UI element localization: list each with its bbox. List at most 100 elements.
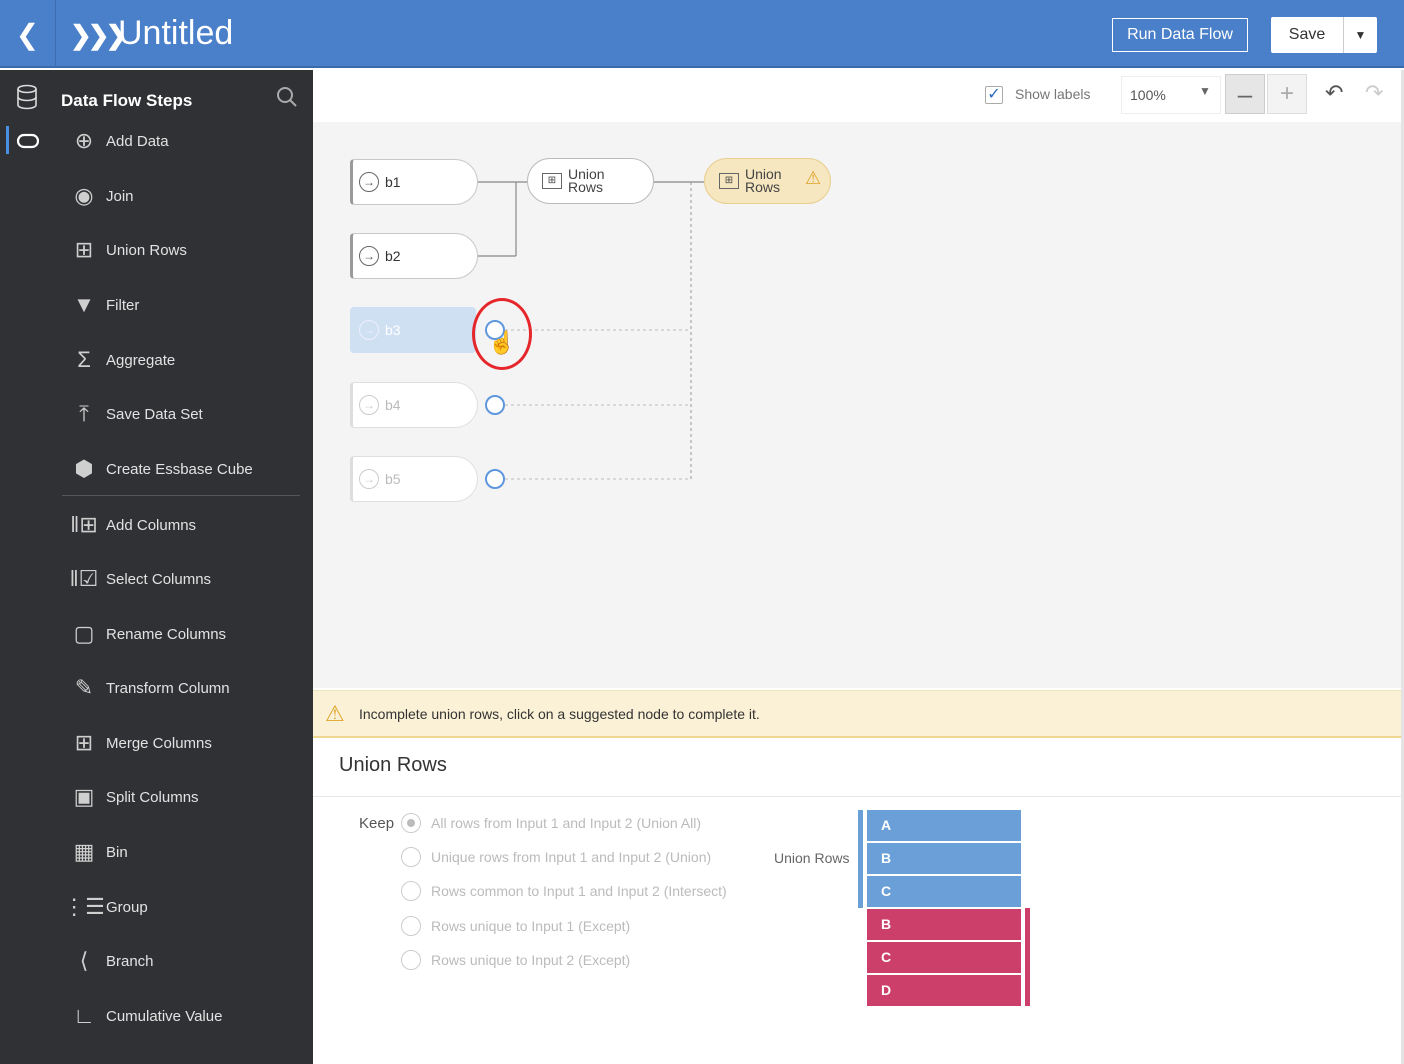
redo-icon[interactable]: ↷ [1365,80,1383,106]
step-rename-columns[interactable]: ▢ Rename Columns [62,614,302,654]
step-merge-columns[interactable]: ⊞ Merge Columns [62,723,302,763]
show-labels-checkbox[interactable]: ✓ [985,86,1003,104]
step-branch[interactable]: ⟨ Branch [62,941,302,981]
input2-row: D [867,975,1021,1006]
step-label: Add Columns [106,516,197,534]
save-dropdown-button[interactable]: ▼ [1344,17,1377,53]
add-data-icon: ⊕ [74,128,94,153]
keep-option-union[interactable]: Unique rows from Input 1 and Input 2 (Un… [401,847,711,867]
merge-columns-icon: ⊞ [74,730,94,755]
save-button-group: Save ▼ [1271,17,1377,53]
option-label: Unique rows from Input 1 and Input 2 (Un… [431,849,712,865]
step-label: Rename Columns [106,625,227,643]
radio-button[interactable] [401,813,421,833]
keep-option-union-all[interactable]: All rows from Input 1 and Input 2 (Union… [401,813,701,833]
join-icon: ◉ [74,183,94,208]
radio-button[interactable] [401,881,421,901]
keep-option-except-1[interactable]: Rows unique to Input 1 (Except) [401,916,630,936]
node-b5[interactable]: → b5 [350,456,478,502]
back-button[interactable]: ❮ [0,0,56,68]
database-icon[interactable] [16,84,38,116]
node-b1[interactable]: → b1 [350,159,478,205]
union-rows-icon: ⊞ [719,173,739,189]
step-create-essbase-cube[interactable]: ⬢ Create Essbase Cube [62,449,302,489]
node-label: b5 [385,471,401,487]
warning-banner: ⚠ Incomplete union rows, click on a sugg… [313,690,1404,738]
step-save-data-set[interactable]: ⤒ Save Data Set [62,394,302,434]
select-columns-icon: ‖☑ [69,566,99,591]
union-diagram-label: Union Rows [774,850,850,866]
node-b4[interactable]: → b4 [350,382,478,428]
undo-icon[interactable]: ↶ [1325,80,1343,106]
input1-row: C [867,876,1021,907]
union-rows-node-1[interactable]: ⊞ Union Rows [527,158,654,204]
step-add-data[interactable]: ⊕ Add Data [62,121,302,161]
zoom-in-button[interactable]: + [1267,74,1307,114]
step-label: Merge Columns [106,734,212,752]
chevron-left-icon: ❮ [15,18,40,50]
input1-bracket [858,810,863,908]
step-union-rows[interactable]: ⊞ Union Rows [62,230,302,270]
step-add-columns[interactable]: ‖⊞ Add Columns [62,505,302,545]
divider [313,796,1404,797]
input2-row: B [867,909,1021,940]
data-flow-steps-panel: Data Flow Steps ⊕ Add Data ◉ Join ⊞ Union R… [0,70,313,1064]
step-split-columns[interactable]: ▣ Split Columns [62,777,302,817]
split-columns-icon: ▣ [73,784,95,809]
bin-icon: ▦ [73,839,95,864]
steps-divider [62,495,300,496]
input-arrow-icon: → [359,320,379,340]
node-b2[interactable]: → b2 [350,233,478,279]
step-label: Select Columns [106,570,212,588]
add-columns-icon: ‖⊞ [70,512,98,537]
side-rail [0,70,54,1064]
union-rows-node-2[interactable]: ⊞ Union Rows ⚠ [704,158,831,204]
input2-bracket [1025,908,1030,1006]
node-label: b2 [385,248,401,264]
caret-down-icon[interactable]: ▼ [1199,84,1211,98]
step-label: Bin [106,843,128,861]
search-icon[interactable] [276,86,298,108]
node-b3[interactable]: → b3 [350,307,476,353]
radio-button[interactable] [401,950,421,970]
radio-button[interactable] [401,847,421,867]
input-arrow-icon: → [359,469,379,489]
node-label: Union Rows [745,166,782,195]
radio-button[interactable] [401,916,421,936]
zoom-out-button[interactable]: – [1225,74,1265,114]
step-group[interactable]: ⋮☰ Group [62,887,302,927]
cumulative-icon: ∟ [73,1003,95,1028]
sigma-icon: Σ [77,347,91,372]
step-select-columns[interactable]: ‖☑ Select Columns [62,559,302,599]
step-filter[interactable]: ▼ Filter [62,285,302,325]
save-button[interactable]: Save [1271,17,1344,53]
node-label: b3 [385,322,401,338]
page-title[interactable]: Untitled [118,14,233,53]
suggested-node-b5[interactable] [485,469,505,489]
transform-column-icon: ✎ [74,675,94,700]
panel-title: Data Flow Steps [61,91,193,110]
step-cumulative-value[interactable]: ∟ Cumulative Value [62,996,302,1036]
input1-row: A [867,810,1021,841]
canvas-toolbar: ✓ Show labels 100% ▼ – + ↶ ↷ [313,70,1404,122]
input2-row: C [867,942,1021,973]
run-data-flow-button[interactable]: Run Data Flow [1112,18,1248,52]
step-label: Aggregate [106,351,176,369]
step-label: Union Rows [106,241,187,259]
step-join[interactable]: ◉ Join [62,176,302,216]
keep-option-except-2[interactable]: Rows unique to Input 2 (Except) [401,950,630,970]
step-label: Cumulative Value [106,1007,223,1025]
step-label: Split Columns [106,788,199,806]
step-transform-column[interactable]: ✎ Transform Column [62,668,302,708]
node-label: Union Rows [568,166,605,195]
keep-option-intersect[interactable]: Rows common to Input 1 and Input 2 (Inte… [401,881,727,901]
checkmark-icon: ✓ [987,86,1001,103]
input-arrow-icon: → [359,172,379,192]
filter-icon: ▼ [73,292,95,317]
data-flow-canvas[interactable]: → b1 → b2 → b3 → b4 → b5 ⊞ Union Rows ⊞ Union R… [313,122,1404,688]
input-arrow-icon: → [359,246,379,266]
suggested-node-b4[interactable] [485,395,505,415]
step-aggregate[interactable]: Σ Aggregate [62,340,302,380]
step-bin[interactable]: ▦ Bin [62,832,302,872]
data-flow-steps-icon[interactable] [16,132,40,155]
